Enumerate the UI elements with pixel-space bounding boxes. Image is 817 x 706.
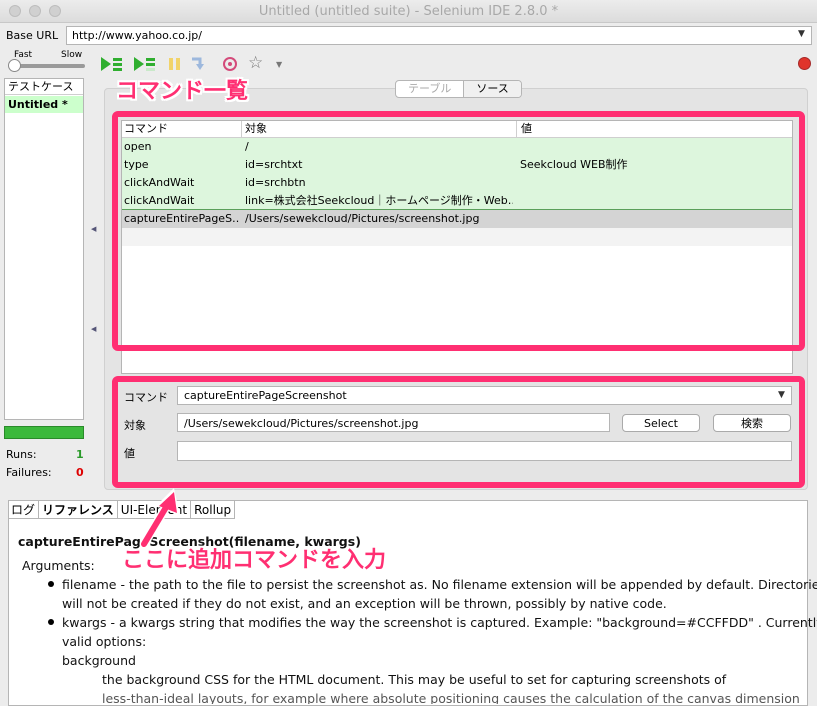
testcase-panel [4, 78, 84, 420]
step-icon[interactable] [190, 57, 206, 71]
testcase-item[interactable]: Untitled * [5, 96, 83, 113]
arguments-label: Arguments: [22, 558, 95, 573]
bullet [48, 581, 54, 587]
tab-source[interactable]: ソース [463, 81, 521, 97]
option-description-cutoff: less-than-ideal layouts, for example whe… [102, 691, 802, 704]
base-url-value: http://www.yahoo.co.jp/ [72, 29, 202, 42]
annotation-arrow-icon [139, 488, 180, 548]
option-description: the background CSS for the HTML document… [102, 672, 727, 687]
splitter-arrow-icon[interactable]: ◀ [91, 325, 96, 333]
arg-kwargs-line2: valid options: [62, 634, 147, 649]
runs-label: Runs: [6, 448, 37, 461]
speed-slider-handle[interactable] [8, 59, 21, 72]
tab-table[interactable]: テーブル [396, 81, 463, 97]
tab-reference[interactable]: リファレンス [39, 501, 118, 519]
runs-count: 1 [76, 448, 84, 461]
play-all-icon[interactable] [100, 56, 124, 72]
bullet [48, 619, 54, 625]
tab-log[interactable]: ログ [8, 501, 40, 519]
annotation-add-command-here: ここに追加コマンドを入力 [122, 548, 387, 573]
arg-kwargs-line1: kwargs - a kwargs string that modifies t… [62, 615, 817, 630]
run-progress-bar [4, 426, 84, 439]
annotation-box-command-list [112, 111, 805, 351]
arg-filename-line1: filename - the path to the file to persi… [62, 577, 817, 592]
record-icon[interactable] [798, 57, 811, 70]
annotation-command-list: コマンド一覧 [116, 79, 249, 104]
base-url-label: Base URL [6, 29, 59, 42]
option-name: background [62, 653, 136, 668]
tab-rollup[interactable]: Rollup [191, 501, 236, 519]
annotation-box-add-command [112, 376, 805, 488]
splitter-arrow-icon[interactable]: ◀ [91, 225, 96, 233]
window-title: Untitled (untitled suite) - Selenium IDE… [258, 4, 559, 19]
view-tabs: テーブル ソース [395, 80, 522, 98]
speed-slider[interactable] [10, 64, 85, 68]
rollup-icon[interactable] [222, 56, 238, 72]
chevron-down-icon[interactable]: ▼ [276, 60, 282, 69]
failures-count: 0 [76, 466, 84, 479]
arg-filename-line2: will not be created if they do not exist… [62, 596, 667, 611]
testcase-header: テストケース [5, 79, 83, 95]
failures-label: Failures: [6, 466, 52, 479]
speed-slow-label: Slow [61, 50, 83, 60]
bottom-tabs: ログ リファレンス UI-Element Rollup [8, 501, 236, 519]
play-current-icon[interactable] [133, 56, 157, 72]
bookmark-star-icon[interactable]: ☆ [248, 53, 263, 73]
pause-icon[interactable] [168, 57, 182, 71]
chevron-down-icon[interactable]: ▼ [798, 29, 805, 39]
